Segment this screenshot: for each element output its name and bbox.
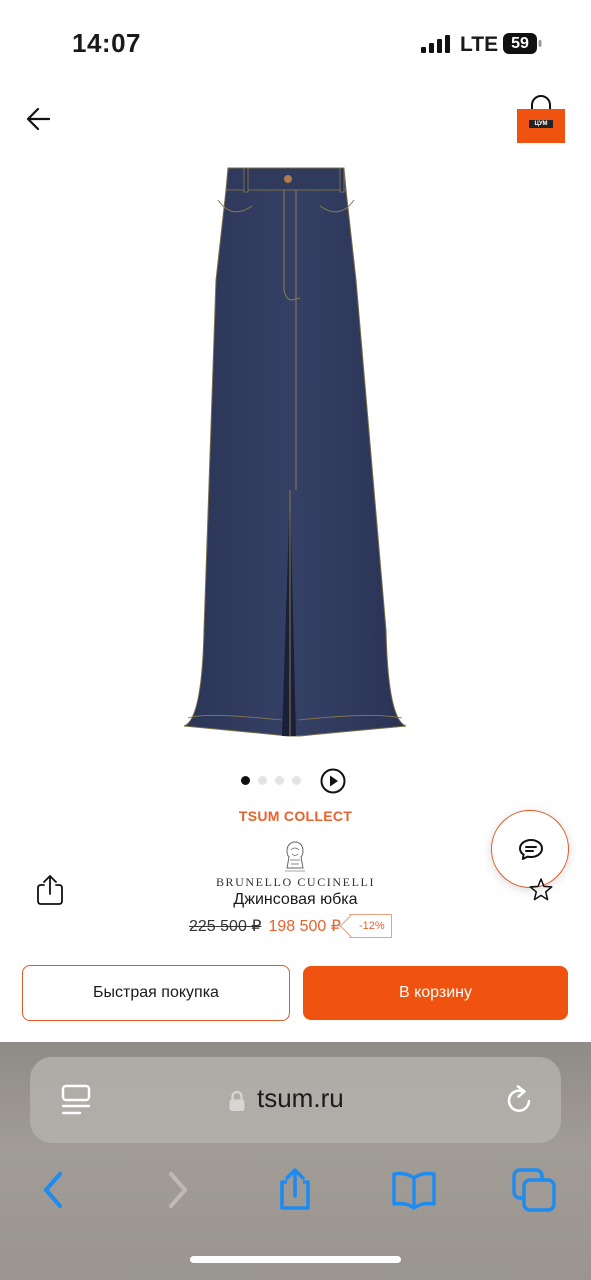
gallery-dot[interactable] [258,776,267,785]
browser-bookmarks-button[interactable] [390,1166,438,1214]
back-button[interactable] [20,100,58,138]
old-price: 225 500 ₽ [189,918,262,935]
status-time: 14:07 [72,28,141,58]
discount-badge: -12% [348,914,392,938]
gallery-pager [238,768,350,794]
browser-back-button[interactable] [30,1166,78,1214]
product-image[interactable] [160,160,430,750]
address-bar[interactable]: tsum.ru [30,1057,561,1143]
price-row: 225 500 ₽ 198 500 ₽ -12% [189,913,392,939]
brand-logo [285,841,305,872]
url-text[interactable]: tsum.ru [257,1083,344,1114]
tabs-icon [512,1168,556,1212]
bag-logo-text: ЦУМ [534,121,548,127]
discount-value: -12% [358,920,385,932]
star-icon [529,878,553,901]
lock-icon [229,1090,245,1111]
share-icon [280,1168,310,1210]
bookmarks-icon [392,1171,436,1210]
browser-forward-button[interactable] [153,1166,201,1214]
browser-toolbar: tsum.ru [0,1042,591,1280]
chat-icon [519,839,543,860]
home-indicator [190,1256,401,1263]
battery-icon: 59 [503,33,543,54]
gallery-dot-active[interactable] [241,776,250,785]
browser-share-button[interactable] [271,1166,319,1214]
brand-name[interactable]: BRUNELLO CUCINELLI [0,875,591,890]
share-button[interactable] [33,873,67,907]
forward-icon [169,1172,187,1208]
status-bar: 14:07 LTE 59 [0,0,591,90]
favorite-button[interactable] [527,876,555,904]
signal-icon [421,35,450,53]
arrow-left-icon [26,107,51,131]
product-title: Джинсовая юбка [233,891,358,908]
reload-icon[interactable] [504,1083,536,1117]
play-video-icon[interactable] [320,768,346,794]
back-icon [44,1172,62,1208]
shopping-bag-icon [517,95,565,143]
share-icon [37,875,63,905]
add-to-cart-button[interactable]: В корзину [303,966,568,1020]
gallery-dot[interactable] [292,776,301,785]
browser-tabs-button[interactable] [510,1166,558,1214]
gallery-dot[interactable] [275,776,284,785]
battery-level: 59 [511,35,529,52]
sale-price: 198 500 ₽ [268,918,341,935]
cart-button[interactable]: ЦУМ [514,92,568,146]
quick-buy-button[interactable]: Быстрая покупка [22,965,290,1021]
network-type: LTE [460,33,499,56]
page-menu-icon[interactable] [60,1083,92,1117]
